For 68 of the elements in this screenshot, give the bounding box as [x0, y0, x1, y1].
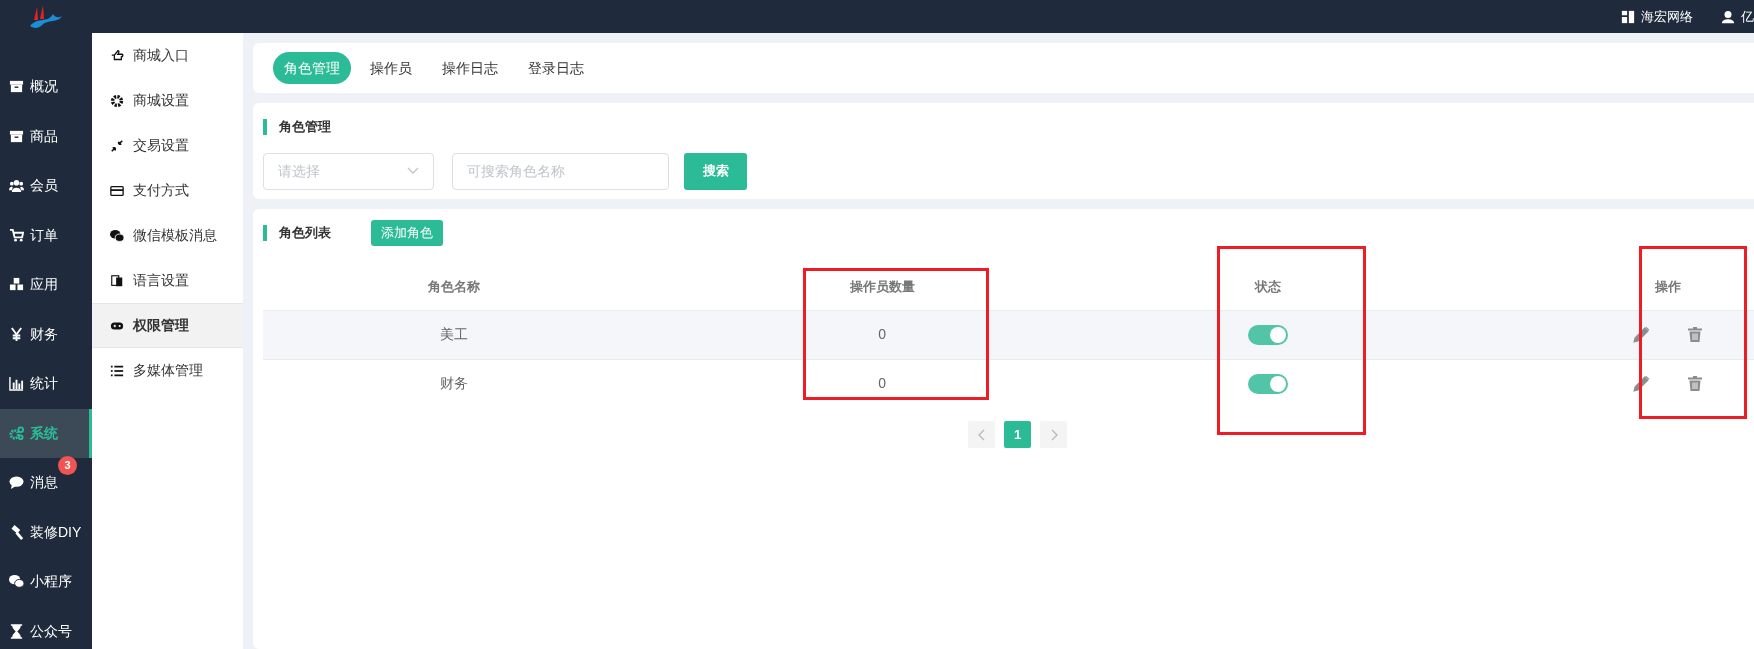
settings-icon: [110, 93, 124, 108]
chevron-down-icon: [407, 167, 419, 175]
status-toggle[interactable]: [1247, 325, 1288, 346]
nav-item[interactable]: 会员: [0, 161, 92, 211]
table-cell: 美工: [263, 310, 646, 359]
submenu-item[interactable]: 权限管理: [92, 303, 243, 348]
nav-item[interactable]: 订单: [0, 210, 92, 260]
chevron-left-icon: [977, 428, 986, 441]
submenu-item[interactable]: 支付方式: [92, 168, 243, 213]
chevron-right-icon: [1049, 428, 1058, 441]
nav-item[interactable]: 应用: [0, 260, 92, 310]
table-cell: 0: [645, 359, 1120, 408]
list-icon: [110, 363, 124, 378]
language-icon: [110, 273, 124, 288]
wechat-icon: [110, 228, 124, 243]
topbar-label[interactable]: 亿: [1741, 6, 1754, 27]
section-title: 角色列表: [279, 224, 331, 243]
topbar-label[interactable]: 海宏网络: [1641, 6, 1693, 27]
edit-pencil-icon[interactable]: [1633, 326, 1651, 343]
cart-icon: [9, 227, 24, 243]
grid-icon: [1621, 9, 1635, 24]
submenu-item[interactable]: 商城设置: [92, 78, 243, 123]
box-icon: [9, 128, 24, 144]
users-icon: [9, 178, 24, 194]
nav-item[interactable]: 小程序: [0, 557, 92, 607]
nav-item[interactable]: 系统: [0, 408, 92, 458]
submenu-item[interactable]: 微信模板消息: [92, 213, 243, 258]
nav-item[interactable]: 商品: [0, 111, 92, 161]
column-header: 状态: [1119, 263, 1417, 310]
hourglass-icon: [9, 623, 24, 639]
column-header: 操作: [1416, 263, 1754, 310]
nav-item[interactable]: 公众号: [0, 606, 92, 649]
delete-trash-icon[interactable]: [1688, 327, 1703, 342]
chat-bubble-icon: [9, 475, 24, 491]
submenu-item[interactable]: 多媒体管理: [92, 348, 243, 393]
status-toggle[interactable]: [1247, 374, 1288, 395]
submenu-item[interactable]: 交易设置: [92, 123, 243, 168]
tab[interactable]: 操作日志: [431, 52, 509, 84]
notification-badge: 3: [58, 456, 77, 475]
column-header: 角色名称: [263, 263, 646, 310]
user-icon: [1721, 9, 1735, 24]
table-cell: 0: [645, 310, 1120, 359]
delete-trash-icon[interactable]: [1688, 376, 1703, 392]
logo-icon: [29, 4, 63, 30]
edit-pencil-icon[interactable]: [1633, 375, 1651, 393]
submenu-item[interactable]: 语言设置: [92, 258, 243, 303]
yen-icon: [9, 326, 24, 342]
cubes-icon: [9, 277, 24, 293]
bar-chart-icon: [9, 376, 24, 392]
nav-item[interactable]: 统计: [0, 359, 92, 409]
nav-item[interactable]: 财务: [0, 309, 92, 359]
section-title: 角色管理: [279, 118, 331, 136]
nav-item[interactable]: 概况: [0, 62, 92, 112]
compress-arrows-icon: [110, 138, 124, 153]
nav-item[interactable]: 装修DIY: [0, 507, 92, 557]
box-icon: [9, 79, 24, 95]
tab[interactable]: 操作员: [359, 52, 423, 84]
hammer-icon: [9, 524, 24, 540]
submenu-item[interactable]: 商城入口: [92, 33, 243, 78]
search-field[interactable]: 可搜索角色名称: [452, 152, 669, 190]
credit-card-icon: [110, 183, 124, 198]
nav-item[interactable]: 消息 3: [0, 458, 92, 508]
wechat-icon: [9, 574, 24, 590]
tab[interactable]: 登录日志: [517, 52, 595, 84]
column-header: 操作员数量: [645, 263, 1120, 310]
pointing-hand-icon: [110, 48, 124, 63]
table-cell: 财务: [263, 359, 646, 408]
gears-icon: [9, 425, 24, 441]
